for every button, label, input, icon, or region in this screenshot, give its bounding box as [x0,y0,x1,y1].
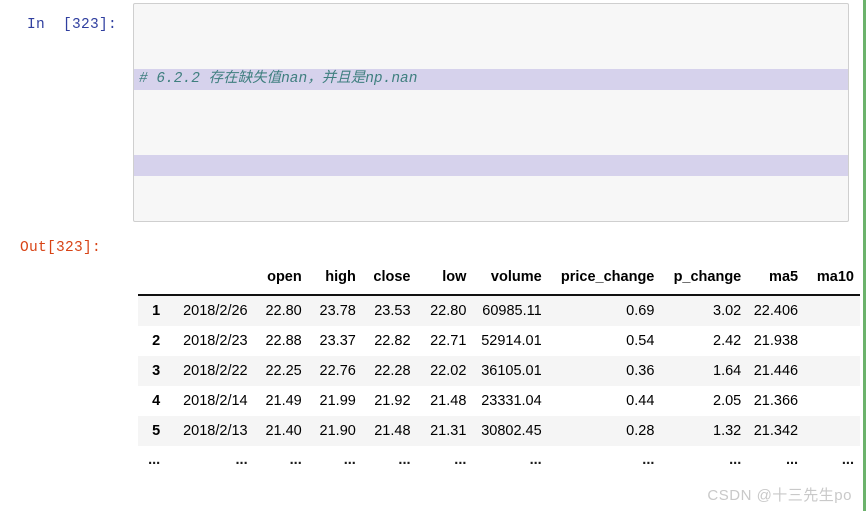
dataframe-table: open high close low volume price_change … [138,262,860,482]
cell-ma5: 21.938 [747,326,805,356]
cell-open: 22.88 [253,326,308,356]
cell-price-change: 0.36 [547,356,661,386]
cell-high: 21.99 [307,386,362,416]
cell-volume-ellipsis: ... [472,446,548,482]
cell-index: 2 [138,326,171,356]
cell-high-ellipsis: ... [307,446,362,482]
column-header-volume: volume [472,262,548,296]
cell-price-change: 0.44 [547,386,661,416]
cell-ma10 [804,326,860,356]
cell-open: 22.80 [253,295,308,326]
cell-price-change: 0.28 [547,416,661,446]
cell-close: 22.28 [361,356,417,386]
cell-index-ellipsis: ... [138,446,171,482]
csdn-watermark: CSDN @十三先生po [707,487,852,504]
cell-p-change: 3.02 [660,295,748,326]
output-prompt-label: Out[323]: [20,240,102,256]
table-row: 5 2018/2/13 21.40 21.90 21.48 21.31 3080… [138,416,860,446]
cell-ma10 [804,386,860,416]
code-line-1[interactable]: # 6.2.2 存在缺失值nan，并且是np.nan [134,68,848,90]
cell-open-ellipsis: ... [253,446,308,482]
cell-index: 1 [138,295,171,326]
cell-volume: 60985.11 [472,295,548,326]
cell-volume: 52914.01 [472,326,548,356]
cell-close: 21.92 [361,386,417,416]
cell-open: 21.49 [253,386,308,416]
cell-index: 5 [138,416,171,446]
cell-open: 21.40 [253,416,308,446]
cell-ma10-ellipsis: ... [804,446,860,482]
cell-low: 22.80 [416,295,473,326]
code-editor[interactable]: # 6.2.2 存在缺失值nan，并且是np.nan # 删除 # 不修改原数 … [133,3,849,222]
cell-ma5: 21.342 [747,416,805,446]
input-prompt-label: In [323]: [27,17,118,33]
cell-high: 21.90 [307,416,362,446]
column-header-index [138,262,171,296]
cell-ma5: 21.446 [747,356,805,386]
column-header-p-change: p_change [660,262,748,296]
cell-p-change: 2.42 [660,326,748,356]
cell-ma5: 22.406 [747,295,805,326]
code-line-2-blank[interactable] [134,154,848,176]
cell-low: 21.48 [416,386,473,416]
cell-low-ellipsis: ... [416,446,473,482]
cell-high: 23.78 [307,295,362,326]
cell-date: 2018/2/26 [170,295,254,326]
cell-close-ellipsis: ... [361,446,417,482]
code-lines[interactable]: # 6.2.2 存在缺失值nan，并且是np.nan # 删除 # 不修改原数 … [134,4,848,221]
cell-volume: 36105.01 [472,356,548,386]
cell-close: 22.82 [361,326,417,356]
table-row: 3 2018/2/22 22.25 22.76 22.28 22.02 3610… [138,356,860,386]
cell-date-ellipsis: ... [170,446,254,482]
cell-date: 2018/2/22 [170,356,254,386]
cell-p-change: 1.32 [660,416,748,446]
column-header-price-change: price_change [547,262,661,296]
column-header-date [170,262,254,296]
column-header-high: high [307,262,362,296]
dataframe-body: 1 2018/2/26 22.80 23.78 23.53 22.80 6098… [138,295,860,482]
cell-p-change-ellipsis: ... [660,446,748,482]
cell-low: 22.71 [416,326,473,356]
table-row: 4 2018/2/14 21.49 21.99 21.92 21.48 2333… [138,386,860,416]
cell-ma10 [804,356,860,386]
cell-close: 23.53 [361,295,417,326]
cell-ma10 [804,295,860,326]
cell-ma10 [804,416,860,446]
cell-p-change: 1.64 [660,356,748,386]
cell-volume: 23331.04 [472,386,548,416]
column-header-open: open [253,262,308,296]
cell-index: 4 [138,386,171,416]
cell-high: 22.76 [307,356,362,386]
column-header-low: low [416,262,473,296]
dataframe-head: open high close low volume price_change … [138,262,860,296]
table-row-ellipsis: ... ... ... ... ... ... ... ... ... ... … [138,446,860,482]
cell-high: 23.37 [307,326,362,356]
notebook-input-cell[interactable]: In [323]: # 6.2.2 存在缺失值nan，并且是np.nan # 删… [0,0,860,228]
cell-close: 21.48 [361,416,417,446]
table-row: 2 2018/2/23 22.88 23.37 22.82 22.71 5291… [138,326,860,356]
dataframe-output: open high close low volume price_change … [138,262,860,482]
cell-price-change: 0.69 [547,295,661,326]
cell-price-change: 0.54 [547,326,661,356]
cell-index: 3 [138,356,171,386]
code-comment-heading: # 6.2.2 存在缺失值nan，并且是np.nan [139,70,418,87]
column-header-ma10: ma10 [804,262,860,296]
column-header-close: close [361,262,417,296]
cell-open: 22.25 [253,356,308,386]
cell-price-change-ellipsis: ... [547,446,661,482]
column-header-ma5: ma5 [747,262,805,296]
cell-ma5-ellipsis: ... [747,446,805,482]
table-header-row: open high close low volume price_change … [138,262,860,296]
cell-volume: 30802.45 [472,416,548,446]
cell-p-change: 2.05 [660,386,748,416]
cell-date: 2018/2/13 [170,416,254,446]
cell-date: 2018/2/23 [170,326,254,356]
cell-ma5: 21.366 [747,386,805,416]
table-row: 1 2018/2/26 22.80 23.78 23.53 22.80 6098… [138,295,860,326]
cell-date: 2018/2/14 [170,386,254,416]
cell-low: 21.31 [416,416,473,446]
cell-low: 22.02 [416,356,473,386]
